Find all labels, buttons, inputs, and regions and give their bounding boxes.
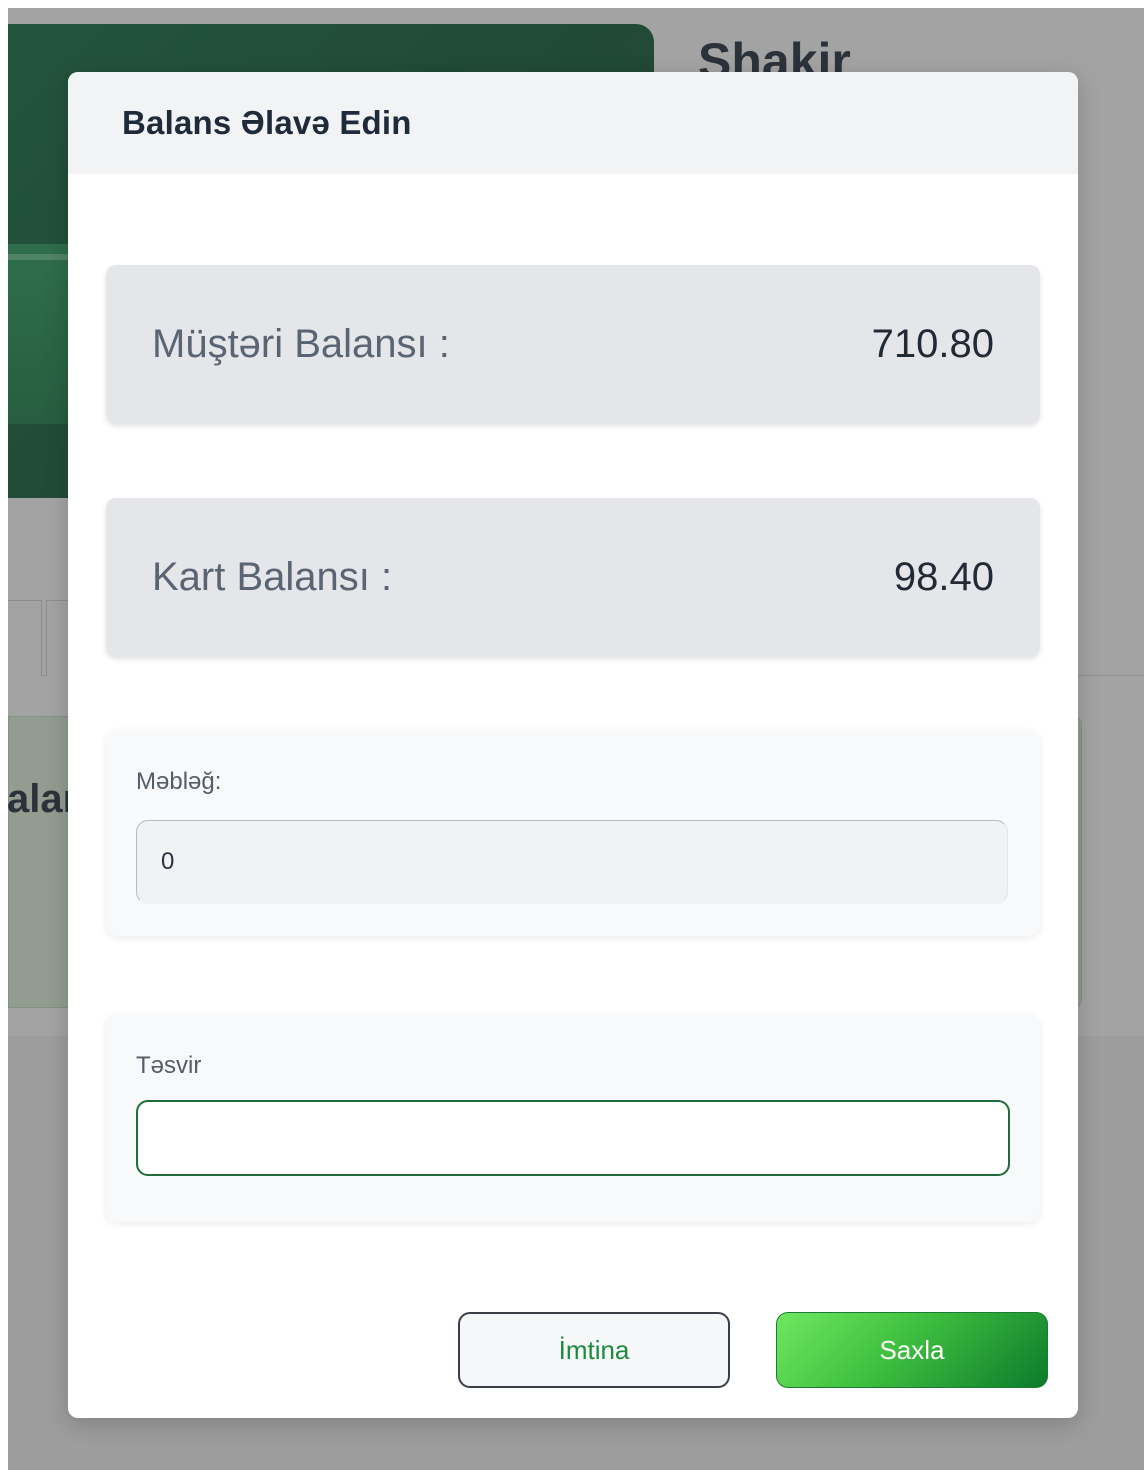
amount-input[interactable] bbox=[136, 820, 1008, 904]
card-balance-card: Kart Balansı : 98.40 bbox=[106, 498, 1040, 656]
add-balance-dialog: Balans Əlavə Edin Müştəri Balansı : 710.… bbox=[68, 72, 1078, 1418]
cancel-button[interactable]: İmtina bbox=[458, 1312, 730, 1388]
save-button[interactable]: Saxla bbox=[776, 1312, 1048, 1388]
description-label: Təsvir bbox=[136, 1052, 202, 1079]
customer-balance-card: Müştəri Balansı : 710.80 bbox=[106, 265, 1040, 423]
dialog-title: Balans Əlavə Edin bbox=[122, 104, 412, 141]
amount-label: Məbləğ: bbox=[136, 768, 222, 795]
amount-field-group: Məbləğ: bbox=[106, 730, 1040, 936]
dialog-header: Balans Əlavə Edin bbox=[68, 72, 1078, 174]
frame-edge bbox=[0, 0, 8, 1470]
customer-balance-value: 710.80 bbox=[871, 321, 994, 366]
card-balance-value: 98.40 bbox=[893, 554, 994, 599]
card-balance-label: Kart Balansı : bbox=[152, 554, 393, 599]
customer-balance-label: Müştəri Balansı : bbox=[152, 321, 450, 366]
description-field-group: Təsvir bbox=[106, 1014, 1040, 1222]
frame-edge bbox=[0, 0, 1144, 8]
description-input[interactable] bbox=[136, 1100, 1010, 1176]
